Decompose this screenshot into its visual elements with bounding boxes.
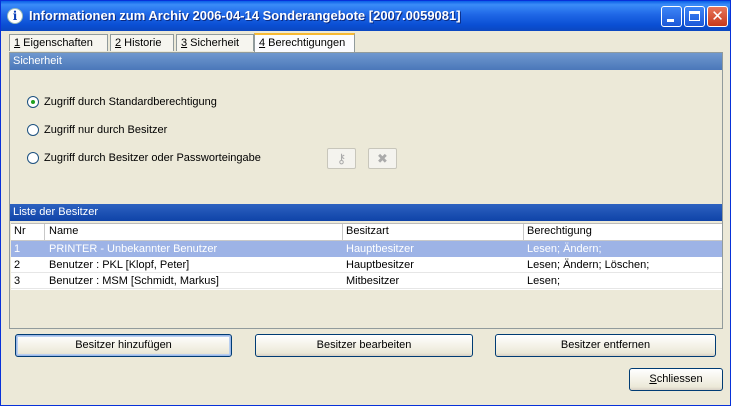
radio-button[interactable] xyxy=(27,96,39,108)
remove-password-button[interactable]: ✖ xyxy=(368,148,397,169)
cell-name: PRINTER - Unbekannter Benutzer xyxy=(49,243,218,255)
maximize-icon xyxy=(689,11,700,21)
column-header-name[interactable]: Name xyxy=(49,224,78,240)
close-icon: ✕ xyxy=(711,7,724,25)
key-icon: ⚷ xyxy=(336,151,347,166)
column-header-berechtigung[interactable]: Berechtigung xyxy=(527,224,592,240)
cell-berechtigung: Lesen; xyxy=(527,275,561,287)
cell-berechtigung: Lesen; Ändern; xyxy=(527,243,602,255)
maximize-button[interactable] xyxy=(684,6,705,27)
column-header-besitzart[interactable]: Besitzart xyxy=(346,224,389,240)
dialog-window: i Informationen zum Archiv 2006-04-14 So… xyxy=(0,0,731,406)
tab-historie[interactable]: 2 Historie xyxy=(110,34,174,51)
owners-table: Nr Name Besitzart Berechtigung 1 PRINTER… xyxy=(11,223,722,325)
cell-name: Benutzer : PKL [Klopf, Peter] xyxy=(49,259,190,271)
close-window-button[interactable]: ✕ xyxy=(707,6,728,27)
minimize-icon xyxy=(667,19,674,22)
radio-button[interactable] xyxy=(27,124,39,136)
set-password-button[interactable]: ⚷ xyxy=(327,148,356,169)
owners-section-header: Liste der Besitzer xyxy=(10,204,722,221)
table-row[interactable]: 3 Benutzer : MSM [Schmidt, Markus] Mitbe… xyxy=(11,273,722,289)
radio-selected-dot xyxy=(31,100,35,104)
radio-button[interactable] xyxy=(27,152,39,164)
cell-besitzart: Hauptbesitzer xyxy=(346,259,414,271)
close-button[interactable]: Schliessen xyxy=(629,368,723,391)
cell-nr: 1 xyxy=(14,243,21,255)
tab-sicherheit[interactable]: 3 Sicherheit xyxy=(176,34,254,51)
minimize-button[interactable] xyxy=(661,6,682,27)
remove-key-icon: ✖ xyxy=(377,151,388,166)
title-bar[interactable]: i Informationen zum Archiv 2006-04-14 So… xyxy=(1,1,730,31)
table-row[interactable]: 2 Benutzer : PKL [Klopf, Peter] Hauptbes… xyxy=(11,257,722,273)
tab-berechtigungen[interactable]: 4 Berechtigungen xyxy=(254,33,355,52)
add-owner-button[interactable]: Besitzer hinzufügen xyxy=(15,334,232,357)
edit-owner-button[interactable]: Besitzer bearbeiten xyxy=(255,334,473,357)
cell-nr: 2 xyxy=(14,259,21,271)
cell-nr: 3 xyxy=(14,275,21,287)
column-separator[interactable] xyxy=(44,224,45,240)
remove-owner-button[interactable]: Besitzer entfernen xyxy=(495,334,716,357)
column-separator[interactable] xyxy=(523,224,524,240)
table-row[interactable]: 1 PRINTER - Unbekannter Benutzer Hauptbe… xyxy=(11,241,722,257)
info-icon: i xyxy=(7,8,23,24)
column-separator[interactable] xyxy=(342,224,343,240)
tab-panel: Sicherheit Zugriff durch Standardberecht… xyxy=(9,52,723,329)
security-section-header: Sicherheit xyxy=(10,53,722,70)
cell-besitzart: Mitbesitzer xyxy=(346,275,400,287)
window-title: Informationen zum Archiv 2006-04-14 Sond… xyxy=(29,8,461,23)
column-header-nr[interactable]: Nr xyxy=(14,224,26,240)
table-empty-area[interactable] xyxy=(11,290,722,325)
cell-name: Benutzer : MSM [Schmidt, Markus] xyxy=(49,275,219,287)
cell-berechtigung: Lesen; Ändern; Löschen; xyxy=(527,259,650,271)
tab-eigenschaften[interactable]: 1 Eigenschaften xyxy=(9,34,108,51)
cell-besitzart: Hauptbesitzer xyxy=(346,243,414,255)
